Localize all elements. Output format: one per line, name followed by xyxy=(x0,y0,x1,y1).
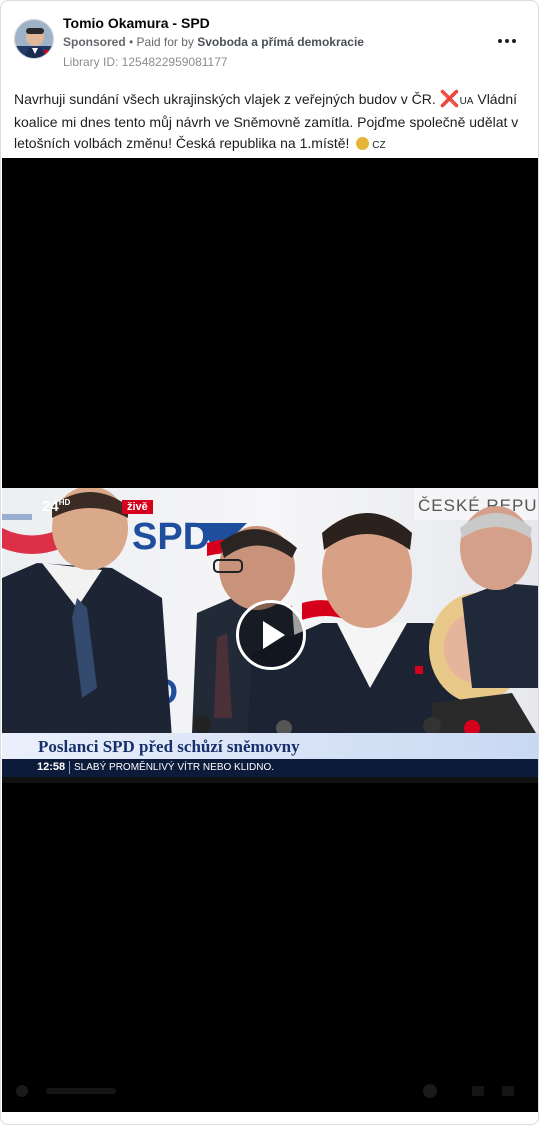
more-options-button[interactable] xyxy=(493,31,521,51)
avatar-image xyxy=(15,20,53,58)
ad-card: Tomio Okamura - SPD Sponsored • Paid for… xyxy=(0,0,539,1125)
channel-logo: 24HD xyxy=(42,498,71,515)
flag-ua-icon: UA xyxy=(459,96,474,107)
live-badge: živě xyxy=(122,500,153,514)
play-icon xyxy=(263,621,285,649)
payer-name[interactable]: Svoboda a přímá demokracie xyxy=(197,35,364,49)
ticker-time: 12:58 xyxy=(37,761,66,773)
ticker-text: SLABÝ PROMĚNLIVÝ VÍTR NEBO KLIDNO. xyxy=(74,762,275,773)
flag-cz-icon: CZ xyxy=(372,140,386,151)
meta-separator: • xyxy=(125,35,137,49)
video-controls xyxy=(2,1078,538,1112)
post-header: Tomio Okamura - SPD Sponsored • Paid for… xyxy=(1,1,538,77)
video-player[interactable]: SPD D ČESKÉ REPUBLIK xyxy=(2,158,538,1112)
play-button[interactable] xyxy=(236,600,306,670)
sponsored-label: Sponsored xyxy=(63,35,126,49)
cross-mark-icon: ❌ xyxy=(439,91,460,108)
news-headline: Poslanci SPD před schůzí sněmovny xyxy=(38,737,300,756)
more-horizontal-icon xyxy=(497,39,518,43)
avatar[interactable] xyxy=(14,19,54,59)
page-name[interactable]: Tomio Okamura - SPD xyxy=(63,15,210,31)
paid-for-prefix: Paid for by xyxy=(136,35,198,49)
post-text: Navrhuji sundání všech ukrajinských vlaj… xyxy=(14,89,526,156)
post-text-part1: Navrhuji sundání všech ukrajinských vlaj… xyxy=(14,91,440,107)
sponsored-line: Sponsored • Paid for by Svoboda a přímá … xyxy=(63,35,364,49)
medal-icon xyxy=(356,137,370,150)
library-id: Library ID: 1254822959081177 xyxy=(63,55,228,69)
